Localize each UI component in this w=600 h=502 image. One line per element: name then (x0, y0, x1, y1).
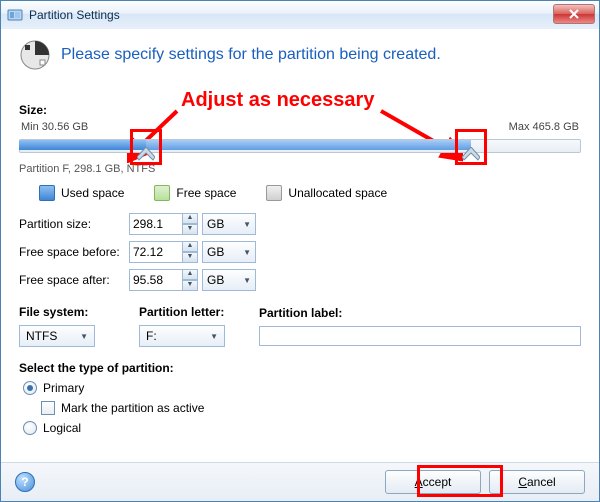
dialog-body: Please specify settings for the partitio… (1, 29, 599, 463)
cancel-button-label: Cancel (518, 475, 555, 489)
radio-logical-icon (23, 421, 37, 435)
unit-select-free-after[interactable]: GB ▼ (202, 269, 256, 291)
radio-logical-label: Logical (43, 421, 81, 435)
swatch-used-icon (39, 185, 55, 201)
window-close-button[interactable] (553, 4, 595, 24)
size-max-label: Max 465.8 GB (509, 121, 579, 133)
partition-settings-window: Partition Settings Please specify settin… (0, 0, 600, 502)
checkbox-mark-active-label: Mark the partition as active (61, 401, 204, 415)
legend-unallocated: Unallocated space (266, 185, 387, 201)
spinner-partition-size[interactable]: ▲▼ (129, 213, 198, 235)
spin-down-icon[interactable]: ▼ (182, 224, 198, 235)
annotation-text: Adjust as necessary (181, 89, 374, 112)
cancel-button[interactable]: Cancel (489, 470, 585, 494)
slider-partition-segment (146, 140, 471, 150)
col-file-system: File system: NTFS ▼ (19, 305, 139, 347)
window-title: Partition Settings (29, 8, 120, 22)
help-icon[interactable]: ? (15, 472, 35, 492)
spin-down-icon[interactable]: ▼ (182, 252, 198, 263)
partition-letter-label: Partition letter: (139, 305, 259, 319)
fs-row: File system: NTFS ▼ Partition letter: F:… (19, 305, 581, 347)
unit-value: GB (207, 245, 224, 259)
slider-used-segment (19, 140, 147, 150)
partition-letter-select[interactable]: F: ▼ (139, 325, 225, 347)
chevron-down-icon: ▼ (210, 332, 218, 341)
legend-unallocated-label: Unallocated space (288, 186, 387, 200)
input-free-after[interactable] (129, 269, 183, 291)
spin-up-icon[interactable]: ▲ (182, 269, 198, 280)
legend-free: Free space (154, 185, 236, 201)
label-free-before: Free space before: (19, 245, 129, 259)
partition-letter-value: F: (146, 329, 157, 343)
file-system-label: File system: (19, 305, 139, 319)
partition-type-header: Select the type of partition: (19, 361, 581, 375)
col-partition-label: Partition label: (259, 306, 581, 346)
accept-button-label: Accept (415, 475, 452, 489)
chevron-down-icon: ▼ (243, 248, 251, 257)
spin-up-icon[interactable]: ▲ (182, 213, 198, 224)
checkbox-mark-active[interactable]: Mark the partition as active (41, 401, 581, 415)
chevron-down-icon: ▼ (243, 220, 251, 229)
radio-primary-icon (23, 381, 37, 395)
partition-label-label: Partition label: (259, 306, 581, 320)
radio-logical[interactable]: Logical (23, 421, 581, 435)
accept-button[interactable]: Accept (385, 470, 481, 494)
legend-free-label: Free space (176, 186, 236, 200)
wizard-icon (19, 39, 51, 71)
input-free-before[interactable] (129, 241, 183, 263)
header-row: Please specify settings for the partitio… (19, 39, 581, 71)
slider-handle-left[interactable] (137, 147, 155, 161)
spin-down-icon[interactable]: ▼ (182, 280, 198, 291)
legend: Used space Free space Unallocated space (19, 185, 581, 201)
row-partition-size: Partition size: ▲▼ GB ▼ (19, 213, 581, 235)
file-system-value: NTFS (26, 329, 57, 343)
spinner-free-after[interactable]: ▲▼ (129, 269, 198, 291)
dialog-footer: ? Accept Cancel (1, 462, 599, 501)
chevron-down-icon: ▼ (243, 276, 251, 285)
chevron-down-icon: ▼ (80, 332, 88, 341)
label-partition-size: Partition size: (19, 217, 129, 231)
swatch-free-icon (154, 185, 170, 201)
checkbox-mark-active-icon (41, 401, 55, 415)
unit-select-partition-size[interactable]: GB ▼ (202, 213, 256, 235)
unit-value: GB (207, 217, 224, 231)
unit-select-free-before[interactable]: GB ▼ (202, 241, 256, 263)
unit-value: GB (207, 273, 224, 287)
partition-label-input[interactable] (259, 326, 581, 346)
titlebar: Partition Settings (1, 1, 599, 30)
col-partition-letter: Partition letter: F: ▼ (139, 305, 259, 347)
header-heading: Please specify settings for the partitio… (61, 46, 441, 64)
size-min-label: Min 30.56 GB (21, 121, 88, 133)
radio-primary[interactable]: Primary (23, 381, 581, 395)
input-partition-size[interactable] (129, 213, 183, 235)
size-range-row: Min 30.56 GB Max 465.8 GB (19, 121, 581, 133)
label-free-after: Free space after: (19, 273, 129, 287)
row-free-after: Free space after: ▲▼ GB ▼ (19, 269, 581, 291)
radio-primary-label: Primary (43, 381, 84, 395)
slider-handle-right[interactable] (462, 147, 480, 161)
spin-up-icon[interactable]: ▲ (182, 241, 198, 252)
swatch-unallocated-icon (266, 185, 282, 201)
file-system-select[interactable]: NTFS ▼ (19, 325, 95, 347)
partition-caption: Partition F, 298.1 GB, NTFS (19, 163, 581, 175)
app-icon (7, 7, 23, 23)
legend-used-label: Used space (61, 186, 124, 200)
spinner-free-before[interactable]: ▲▼ (129, 241, 198, 263)
size-fields: Partition size: ▲▼ GB ▼ Free space befor… (19, 213, 581, 291)
partition-slider[interactable] (19, 135, 581, 157)
row-free-before: Free space before: ▲▼ GB ▼ (19, 241, 581, 263)
legend-used: Used space (39, 185, 124, 201)
